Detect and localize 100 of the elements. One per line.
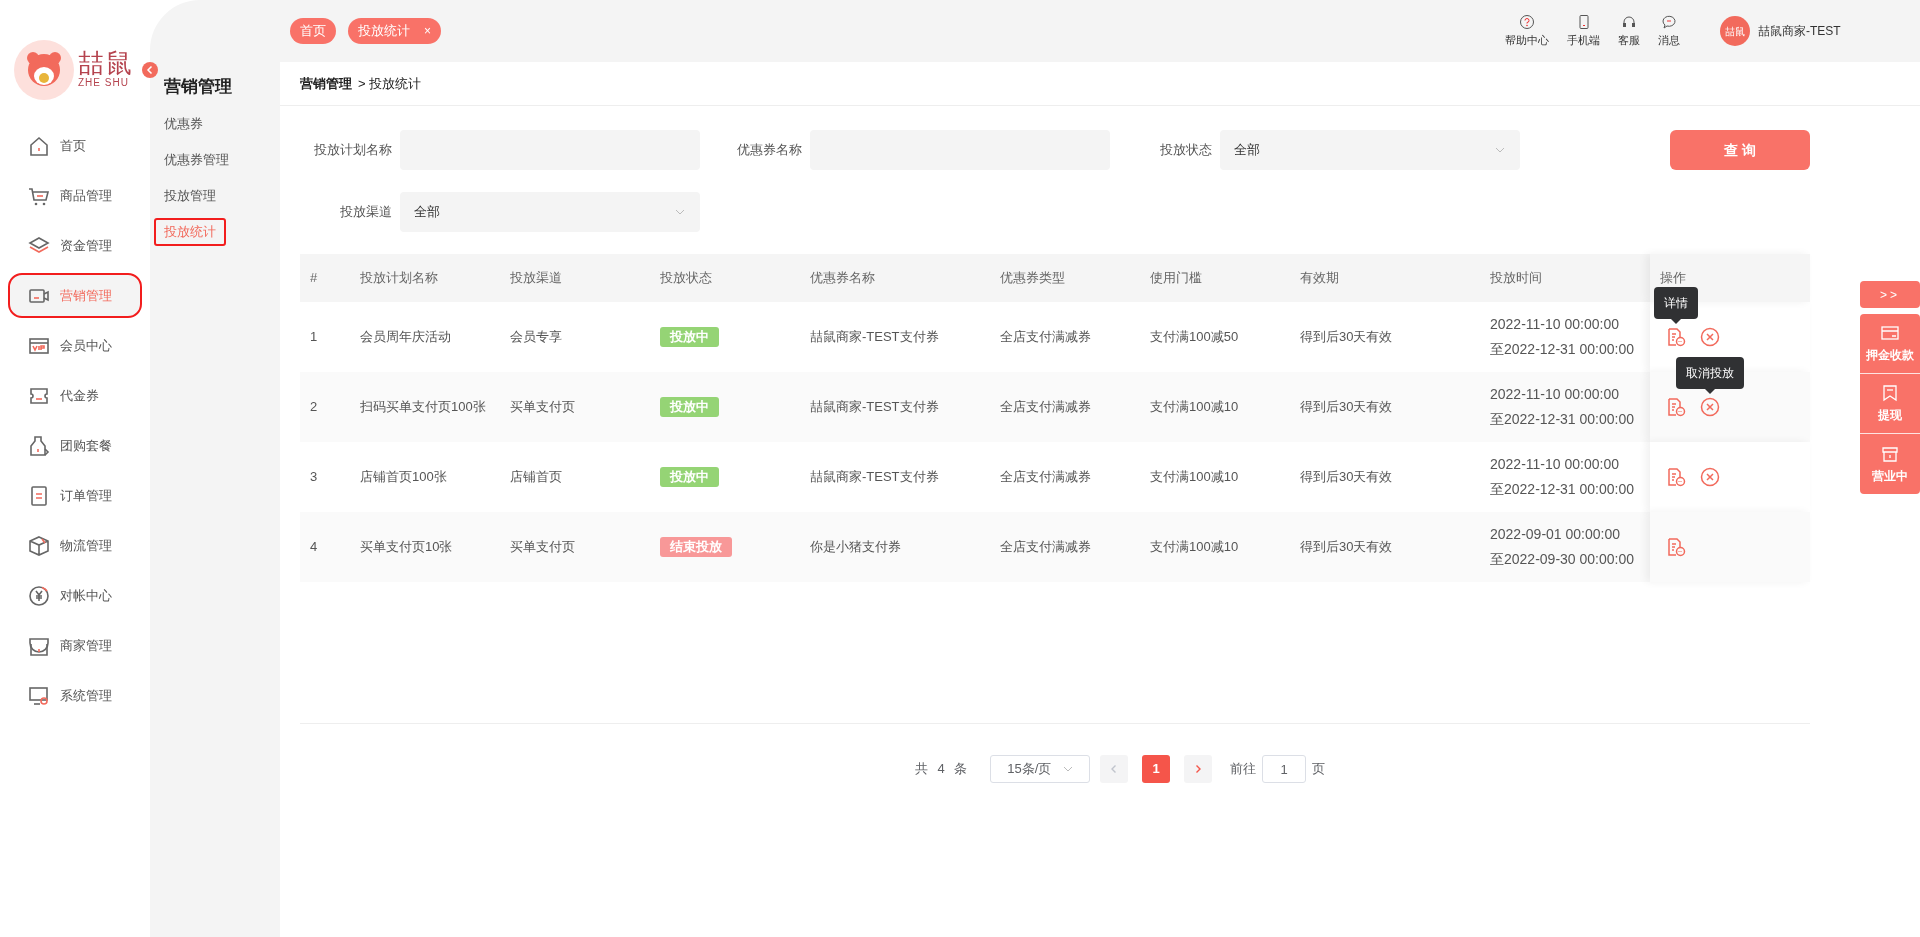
chat-bubble-icon[interactable]	[1661, 13, 1677, 30]
tooltip: 取消投放	[1676, 357, 1744, 389]
table-cell-text: 2022-11-10 00:00:00	[1490, 385, 1620, 404]
column-header: 有效期	[1300, 270, 1339, 286]
price-tag-icon	[28, 434, 50, 457]
yen-coin-icon	[28, 584, 50, 607]
table-cell: 支付满100减10	[1150, 399, 1239, 415]
status-tag: 投放中	[660, 467, 719, 487]
submenu-title: 营销管理	[164, 76, 233, 98]
field-label: 投放状态	[1159, 141, 1213, 160]
table-cell: 扫码买单支付页100张	[360, 399, 486, 415]
column-header: 投放状态	[660, 270, 712, 286]
hamster-logo-icon	[14, 40, 74, 100]
cancel-icon[interactable]	[1700, 327, 1720, 347]
breadcrumb-item[interactable]: 营销管理	[300, 73, 352, 94]
column-header: 投放计划名称	[360, 270, 438, 286]
cancel-icon[interactable]	[1700, 467, 1720, 487]
table-cell-text: 至2022-12-31 00:00:00	[1490, 480, 1635, 499]
page-size-select[interactable]: 15条/页	[990, 755, 1091, 783]
monitor-gear-icon	[28, 684, 50, 707]
sidebar-item[interactable]: 系统管理	[10, 675, 140, 716]
document-detail-icon[interactable]	[1666, 327, 1686, 347]
table-cell: 会员周年庆活动	[360, 329, 451, 345]
table-cell: 得到后30天有效	[1300, 539, 1393, 555]
table-cell-text: 至2022-12-31 00:00:00	[1490, 340, 1635, 359]
logo-subtitle: ZHE SHU	[78, 78, 130, 88]
help-icon[interactable]	[1519, 13, 1535, 30]
column-header: 优惠券名称	[810, 270, 875, 286]
collapse-button[interactable]	[142, 62, 158, 78]
tooltip-pointer	[1705, 389, 1715, 394]
table-cell: 得到后30天有效	[1300, 329, 1393, 345]
table-cell: 喆鼠商家-TEST支付券	[810, 469, 939, 485]
card-icon	[1880, 323, 1900, 343]
submenu-item[interactable]: 优惠券管理	[164, 145, 229, 174]
sidebar-item[interactable]: 代金券	[10, 375, 140, 416]
table-cell: 店铺首页	[510, 469, 562, 485]
field-label: 投放计划名称	[313, 141, 393, 160]
header-link[interactable]: 消息	[1658, 31, 1680, 49]
box-icon	[28, 534, 50, 557]
table-cell: 店铺首页100张	[360, 469, 447, 485]
sidebar-item[interactable]: 对帐中心	[10, 575, 140, 616]
table-cell: 买单支付页10张	[360, 539, 453, 555]
header-link[interactable]: 帮助中心	[1505, 31, 1549, 49]
sidebar-item[interactable]: 团购套餐	[10, 425, 140, 466]
header-link[interactable]: 客服	[1618, 31, 1640, 49]
table-cell: 2	[310, 399, 318, 415]
select-field[interactable]: 全部	[400, 192, 700, 232]
table-cell: 全店支付满减券	[1000, 469, 1091, 485]
table-cell-text: 至2022-12-31 00:00:00	[1490, 410, 1635, 429]
sidebar-item[interactable]: 首页	[10, 125, 140, 166]
field-label: 投放渠道	[339, 203, 393, 222]
table-cell: 支付满100减50	[1150, 329, 1239, 345]
submenu-item[interactable]: 优惠券	[164, 109, 203, 138]
table-cell: 买单支付页	[510, 539, 575, 555]
document-icon	[28, 484, 50, 507]
sidebar-item[interactable]: 订单管理	[10, 475, 140, 516]
table-cell: 你是小猪支付券	[810, 539, 901, 555]
tooltip-pointer	[1671, 319, 1681, 324]
headset-icon[interactable]	[1621, 13, 1637, 30]
user-name[interactable]: 喆鼠商家-TEST	[1758, 22, 1841, 40]
table-cell: 支付满100减10	[1150, 539, 1239, 555]
bookmark-icon	[1880, 383, 1900, 403]
table-cell: 买单支付页	[510, 399, 575, 415]
submenu-item[interactable]: 投放管理	[164, 181, 216, 210]
table-cell-text: 至2022-09-30 00:00:00	[1490, 550, 1635, 569]
status-tag: 投放中	[660, 397, 719, 417]
breadcrumb-item: > 投放统计	[358, 74, 422, 93]
chevron-down-icon	[1063, 764, 1074, 774]
column-header: 使用门槛	[1150, 270, 1202, 286]
sidebar-item[interactable]: 物流管理	[10, 525, 140, 566]
document-detail-icon[interactable]	[1666, 537, 1686, 557]
table-cell: 喆鼠商家-TEST支付券	[810, 329, 939, 345]
column-header: 优惠券类型	[1000, 270, 1065, 286]
table-cell: 1	[310, 329, 318, 345]
table-cell-text: 2022-09-01 00:00:00	[1490, 525, 1621, 544]
house-icon	[28, 134, 50, 157]
table-cell: 全店支付满减券	[1000, 399, 1091, 415]
sidebar-item[interactable]: 商品管理	[10, 175, 140, 216]
table-cell-text: 2022-11-10 00:00:00	[1490, 455, 1620, 474]
sidebar-item[interactable]: 会员中心	[10, 325, 140, 366]
table-cell: 全店支付满减券	[1000, 539, 1091, 555]
logo-text: 喆鼠	[78, 50, 134, 76]
select-field[interactable]: 全部	[1220, 130, 1520, 170]
table-cell: 会员专享	[510, 329, 562, 345]
sidebar-item[interactable]: 资金管理	[10, 225, 140, 266]
column-header: 投放渠道	[510, 270, 562, 286]
document-detail-icon[interactable]	[1666, 467, 1686, 487]
tooltip: 详情	[1654, 287, 1698, 319]
goto-suffix: 页	[1312, 760, 1326, 779]
table-cell-text: 2022-11-10 00:00:00	[1490, 315, 1620, 334]
page-input[interactable]: 1	[1262, 755, 1307, 783]
sidebar-item[interactable]: 商家管理	[10, 625, 140, 666]
next-page-button[interactable]	[1184, 755, 1213, 783]
document-detail-icon[interactable]	[1666, 397, 1686, 417]
cancel-icon[interactable]	[1700, 397, 1720, 417]
goto-label: 前往	[1230, 760, 1257, 779]
header-link[interactable]: 手机端	[1567, 31, 1600, 49]
field-label: 优惠券名称	[736, 141, 803, 160]
table-cell: 3	[310, 469, 318, 485]
column-header: #	[310, 270, 318, 286]
